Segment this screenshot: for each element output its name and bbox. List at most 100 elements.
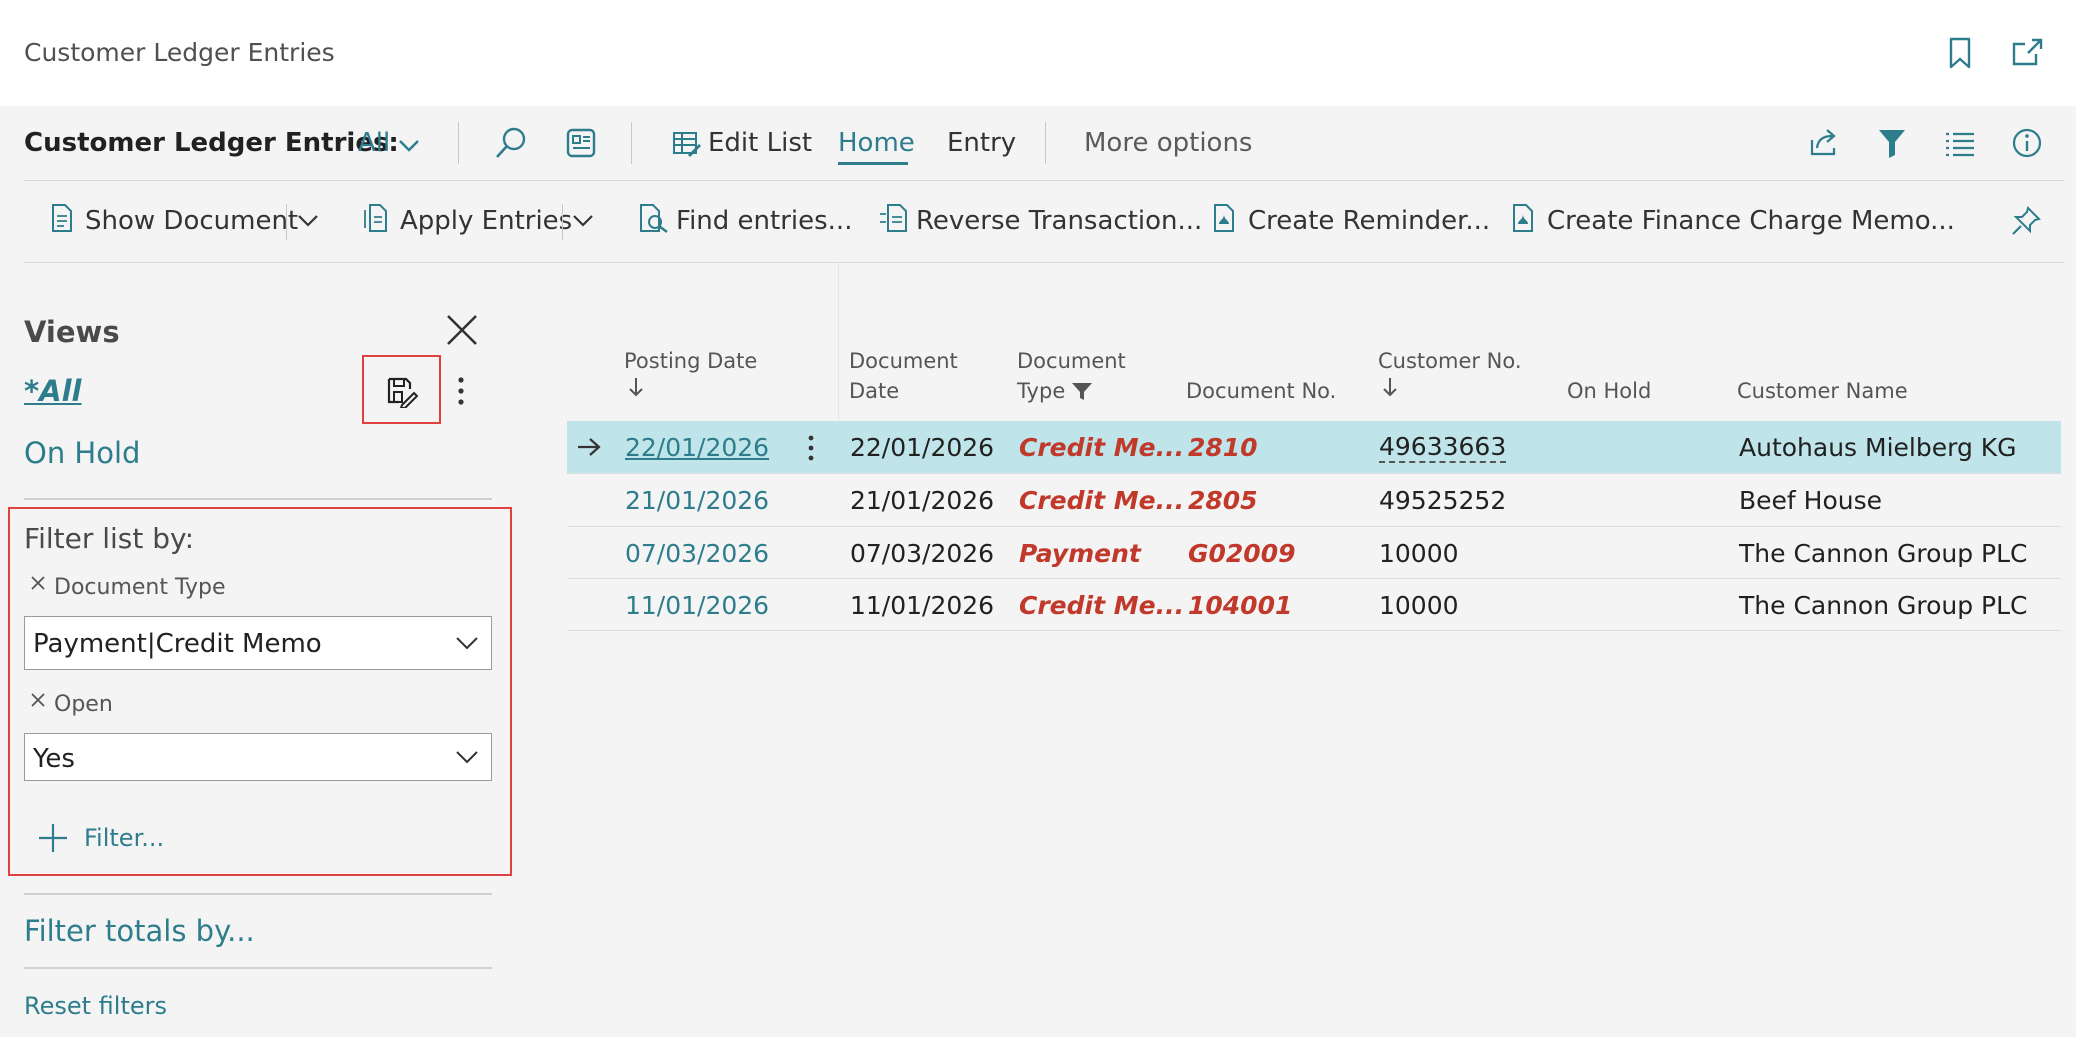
- separator: [458, 122, 459, 164]
- sort-arrow-icon: [1378, 376, 1522, 398]
- separator: [286, 204, 287, 240]
- create-reminder-icon[interactable]: [1211, 202, 1241, 234]
- document-icon[interactable]: [50, 202, 74, 234]
- reverse-transaction-button[interactable]: Reverse Transaction...: [916, 206, 1202, 236]
- separator: [562, 204, 563, 240]
- filter-value: Yes: [33, 744, 75, 774]
- column-header-customer-no[interactable]: Customer No.: [1378, 346, 1522, 398]
- find-entries-icon[interactable]: [638, 202, 670, 234]
- create-finance-charge-memo-button[interactable]: Create Finance Charge Memo...: [1547, 206, 1955, 236]
- add-filter-button[interactable]: Filter...: [84, 824, 164, 852]
- document-date-cell: 22/01/2026: [850, 433, 995, 462]
- separator: [631, 122, 632, 164]
- column-header-label: Type: [1017, 379, 1066, 403]
- column-header-on-hold[interactable]: On Hold: [1567, 376, 1651, 406]
- document-no-cell[interactable]: G02009: [1188, 539, 1296, 568]
- divider: [24, 262, 2064, 263]
- filter-icon: [1071, 381, 1093, 401]
- divider: [24, 498, 492, 500]
- column-header-document-type[interactable]: Document Type: [1017, 346, 1126, 406]
- edit-list-button[interactable]: Edit List: [708, 128, 812, 158]
- remove-filter-icon[interactable]: [30, 575, 46, 591]
- document-no-cell[interactable]: 2810: [1188, 433, 1258, 462]
- find-entries-button[interactable]: Find entries...: [676, 206, 852, 236]
- reset-filters-button[interactable]: Reset filters: [24, 992, 167, 1020]
- document-no-cell[interactable]: 104001: [1188, 591, 1292, 620]
- apply-entries-button[interactable]: Apply Entries: [400, 206, 572, 236]
- info-icon[interactable]: [2011, 127, 2043, 159]
- page-title: Customer Ledger Entries: [24, 38, 335, 67]
- posting-date-link[interactable]: 11/01/2026: [625, 591, 769, 620]
- document-no-cell[interactable]: 2805: [1188, 486, 1258, 515]
- view-selector[interactable]: All: [358, 128, 390, 158]
- bookmark-icon[interactable]: [1945, 36, 1975, 70]
- document-type-filter-select[interactable]: Payment|Credit Memo: [24, 616, 492, 670]
- tab-home[interactable]: Home: [838, 128, 915, 158]
- row-divider: [567, 473, 2061, 474]
- separator: [1045, 122, 1046, 164]
- filter-list-label: Filter list by:: [24, 522, 195, 555]
- save-view-icon[interactable]: [386, 376, 418, 408]
- divider: [24, 893, 492, 895]
- layout-icon[interactable]: [565, 127, 597, 159]
- customer-no-cell[interactable]: 10000: [1379, 591, 1459, 620]
- filter-totals-button[interactable]: Filter totals by...: [24, 914, 255, 948]
- divider: [24, 180, 2064, 181]
- edit-list-icon[interactable]: [672, 130, 702, 158]
- open-filter-select[interactable]: Yes: [24, 733, 492, 781]
- customer-no-cell[interactable]: 10000: [1379, 539, 1459, 568]
- column-header-customer-name[interactable]: Customer Name: [1737, 376, 1908, 406]
- row-actions-icon[interactable]: [806, 434, 816, 462]
- chevron-down-icon[interactable]: [572, 214, 594, 228]
- chevron-down-icon[interactable]: [455, 749, 479, 765]
- document-date-cell: 07/03/2026: [850, 539, 995, 568]
- more-options-button[interactable]: More options: [1084, 128, 1252, 158]
- chevron-down-icon[interactable]: [398, 134, 420, 156]
- column-header-label: Customer No.: [1378, 349, 1522, 373]
- page-caption: Customer Ledger Entries:: [24, 128, 399, 158]
- show-document-button[interactable]: Show Document: [85, 206, 298, 236]
- chevron-down-icon[interactable]: [455, 635, 479, 651]
- customer-no-cell[interactable]: 49633663: [1379, 433, 1507, 463]
- customer-no-cell[interactable]: 49525252: [1379, 486, 1506, 515]
- posting-date-link[interactable]: 21/01/2026: [625, 486, 769, 515]
- reverse-transaction-icon[interactable]: [878, 202, 910, 234]
- divider: [24, 967, 492, 969]
- unpin-icon[interactable]: [2010, 205, 2042, 237]
- share-icon[interactable]: [1808, 126, 1840, 158]
- document-type-cell[interactable]: Payment: [1019, 539, 1141, 568]
- row-divider: [567, 526, 2061, 527]
- column-header-posting-date[interactable]: Posting Date: [624, 346, 757, 398]
- finance-charge-memo-icon[interactable]: [1510, 202, 1540, 234]
- search-icon[interactable]: [494, 126, 528, 160]
- column-header-document-date[interactable]: Document Date: [849, 346, 958, 406]
- chevron-down-icon[interactable]: [297, 214, 319, 228]
- close-icon[interactable]: [445, 313, 479, 347]
- popout-icon[interactable]: [2010, 36, 2044, 68]
- column-header-label: Date: [849, 379, 900, 403]
- customer-name-cell: The Cannon Group PLC: [1739, 539, 2028, 568]
- document-type-cell[interactable]: Credit Me...: [1019, 433, 1184, 462]
- tab-entry[interactable]: Entry: [947, 128, 1016, 158]
- view-on-hold[interactable]: On Hold: [24, 436, 140, 470]
- document-type-cell[interactable]: Credit Me...: [1019, 591, 1184, 620]
- filter-value: Payment|Credit Memo: [33, 629, 322, 659]
- posting-date-link[interactable]: 07/03/2026: [625, 539, 769, 568]
- sort-arrow-icon: [624, 376, 757, 398]
- column-header-label: Posting Date: [624, 349, 758, 373]
- apply-entries-icon[interactable]: [362, 202, 390, 234]
- remove-filter-icon[interactable]: [30, 692, 46, 708]
- plus-icon[interactable]: [38, 823, 68, 853]
- column-header-label: Document: [1017, 349, 1126, 373]
- more-options-icon[interactable]: [456, 376, 466, 406]
- document-type-cell[interactable]: Credit Me...: [1019, 486, 1184, 515]
- row-arrow-icon: [576, 436, 602, 458]
- filter-icon[interactable]: [1877, 127, 1907, 159]
- posting-date-link[interactable]: 22/01/2026: [625, 433, 769, 462]
- view-all[interactable]: *All: [24, 374, 82, 408]
- row-divider: [567, 630, 2061, 631]
- create-reminder-button[interactable]: Create Reminder...: [1248, 206, 1490, 236]
- column-header-document-no[interactable]: Document No.: [1186, 376, 1336, 406]
- customer-name-cell: Autohaus Mielberg KG: [1739, 433, 2017, 462]
- list-icon[interactable]: [1944, 131, 1976, 157]
